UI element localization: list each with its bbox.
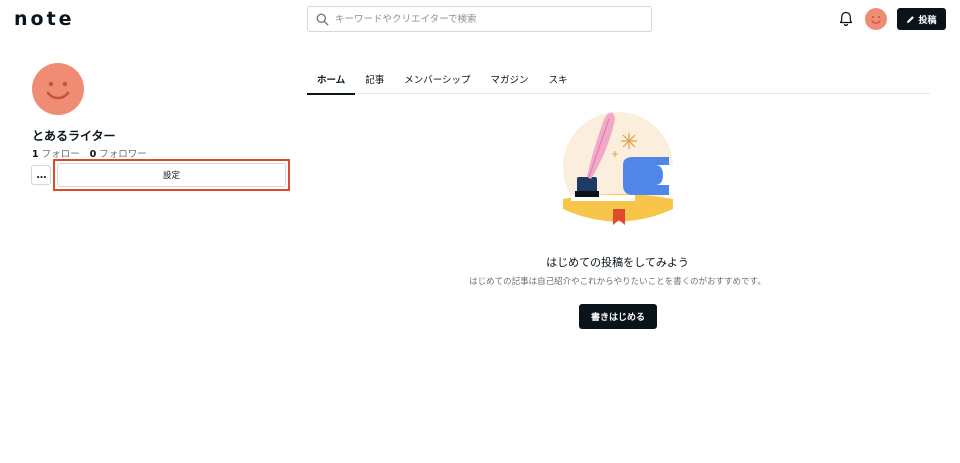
tab-likes[interactable]: スキ: [539, 67, 578, 94]
tab-label: 記事: [365, 75, 385, 86]
empty-state-title: はじめての投稿をしてみよう: [546, 256, 689, 269]
smile-face-icon: [46, 81, 70, 100]
tab-label: ホーム: [317, 75, 346, 86]
start-writing-button[interactable]: 書きはじめる: [579, 304, 657, 329]
profile-tabs: ホーム 記事 メンバーシップ マガジン スキ: [307, 67, 930, 95]
settings-button-label: 設定: [162, 171, 180, 181]
profile-avatar[interactable]: [32, 63, 84, 115]
search-input[interactable]: [335, 13, 635, 25]
post-button[interactable]: 投稿: [897, 8, 946, 30]
tab-label: メンバーシップ: [404, 75, 471, 86]
empty-state-subtitle: はじめての記事は自己紹介やこれからやりたいことを書くのがおすすめです。: [469, 277, 766, 287]
start-writing-label: 書きはじめる: [590, 313, 645, 323]
search-icon: [316, 13, 329, 25]
search-box[interactable]: [307, 6, 652, 32]
pencil-icon: [907, 15, 915, 23]
more-options-label: …: [36, 169, 47, 181]
tab-home[interactable]: ホーム: [307, 67, 356, 95]
profile-name: とあるライター: [32, 129, 116, 143]
note-logo[interactable]: note: [14, 8, 75, 30]
tab-label: スキ: [548, 75, 568, 86]
post-button-label: 投稿: [918, 15, 937, 26]
tab-magazine[interactable]: マガジン: [481, 67, 539, 94]
tab-membership[interactable]: メンバーシップ: [394, 67, 480, 94]
tab-articles[interactable]: 記事: [355, 67, 394, 94]
more-options-button[interactable]: …: [31, 165, 51, 185]
following-count: 1: [32, 149, 39, 160]
followers-link[interactable]: 0 フォロワー: [90, 146, 147, 160]
first-post-illustration: [563, 112, 673, 225]
user-avatar[interactable]: [865, 8, 887, 30]
logo-text: note: [14, 8, 75, 30]
follow-stats: 1 フォロー 0 フォロワー: [32, 146, 147, 160]
tab-label: マガジン: [490, 75, 529, 86]
following-link[interactable]: 1 フォロー: [32, 146, 80, 160]
settings-button[interactable]: 設定: [57, 163, 286, 187]
smile-face-icon: [871, 16, 881, 24]
bell-icon[interactable]: [839, 11, 853, 27]
